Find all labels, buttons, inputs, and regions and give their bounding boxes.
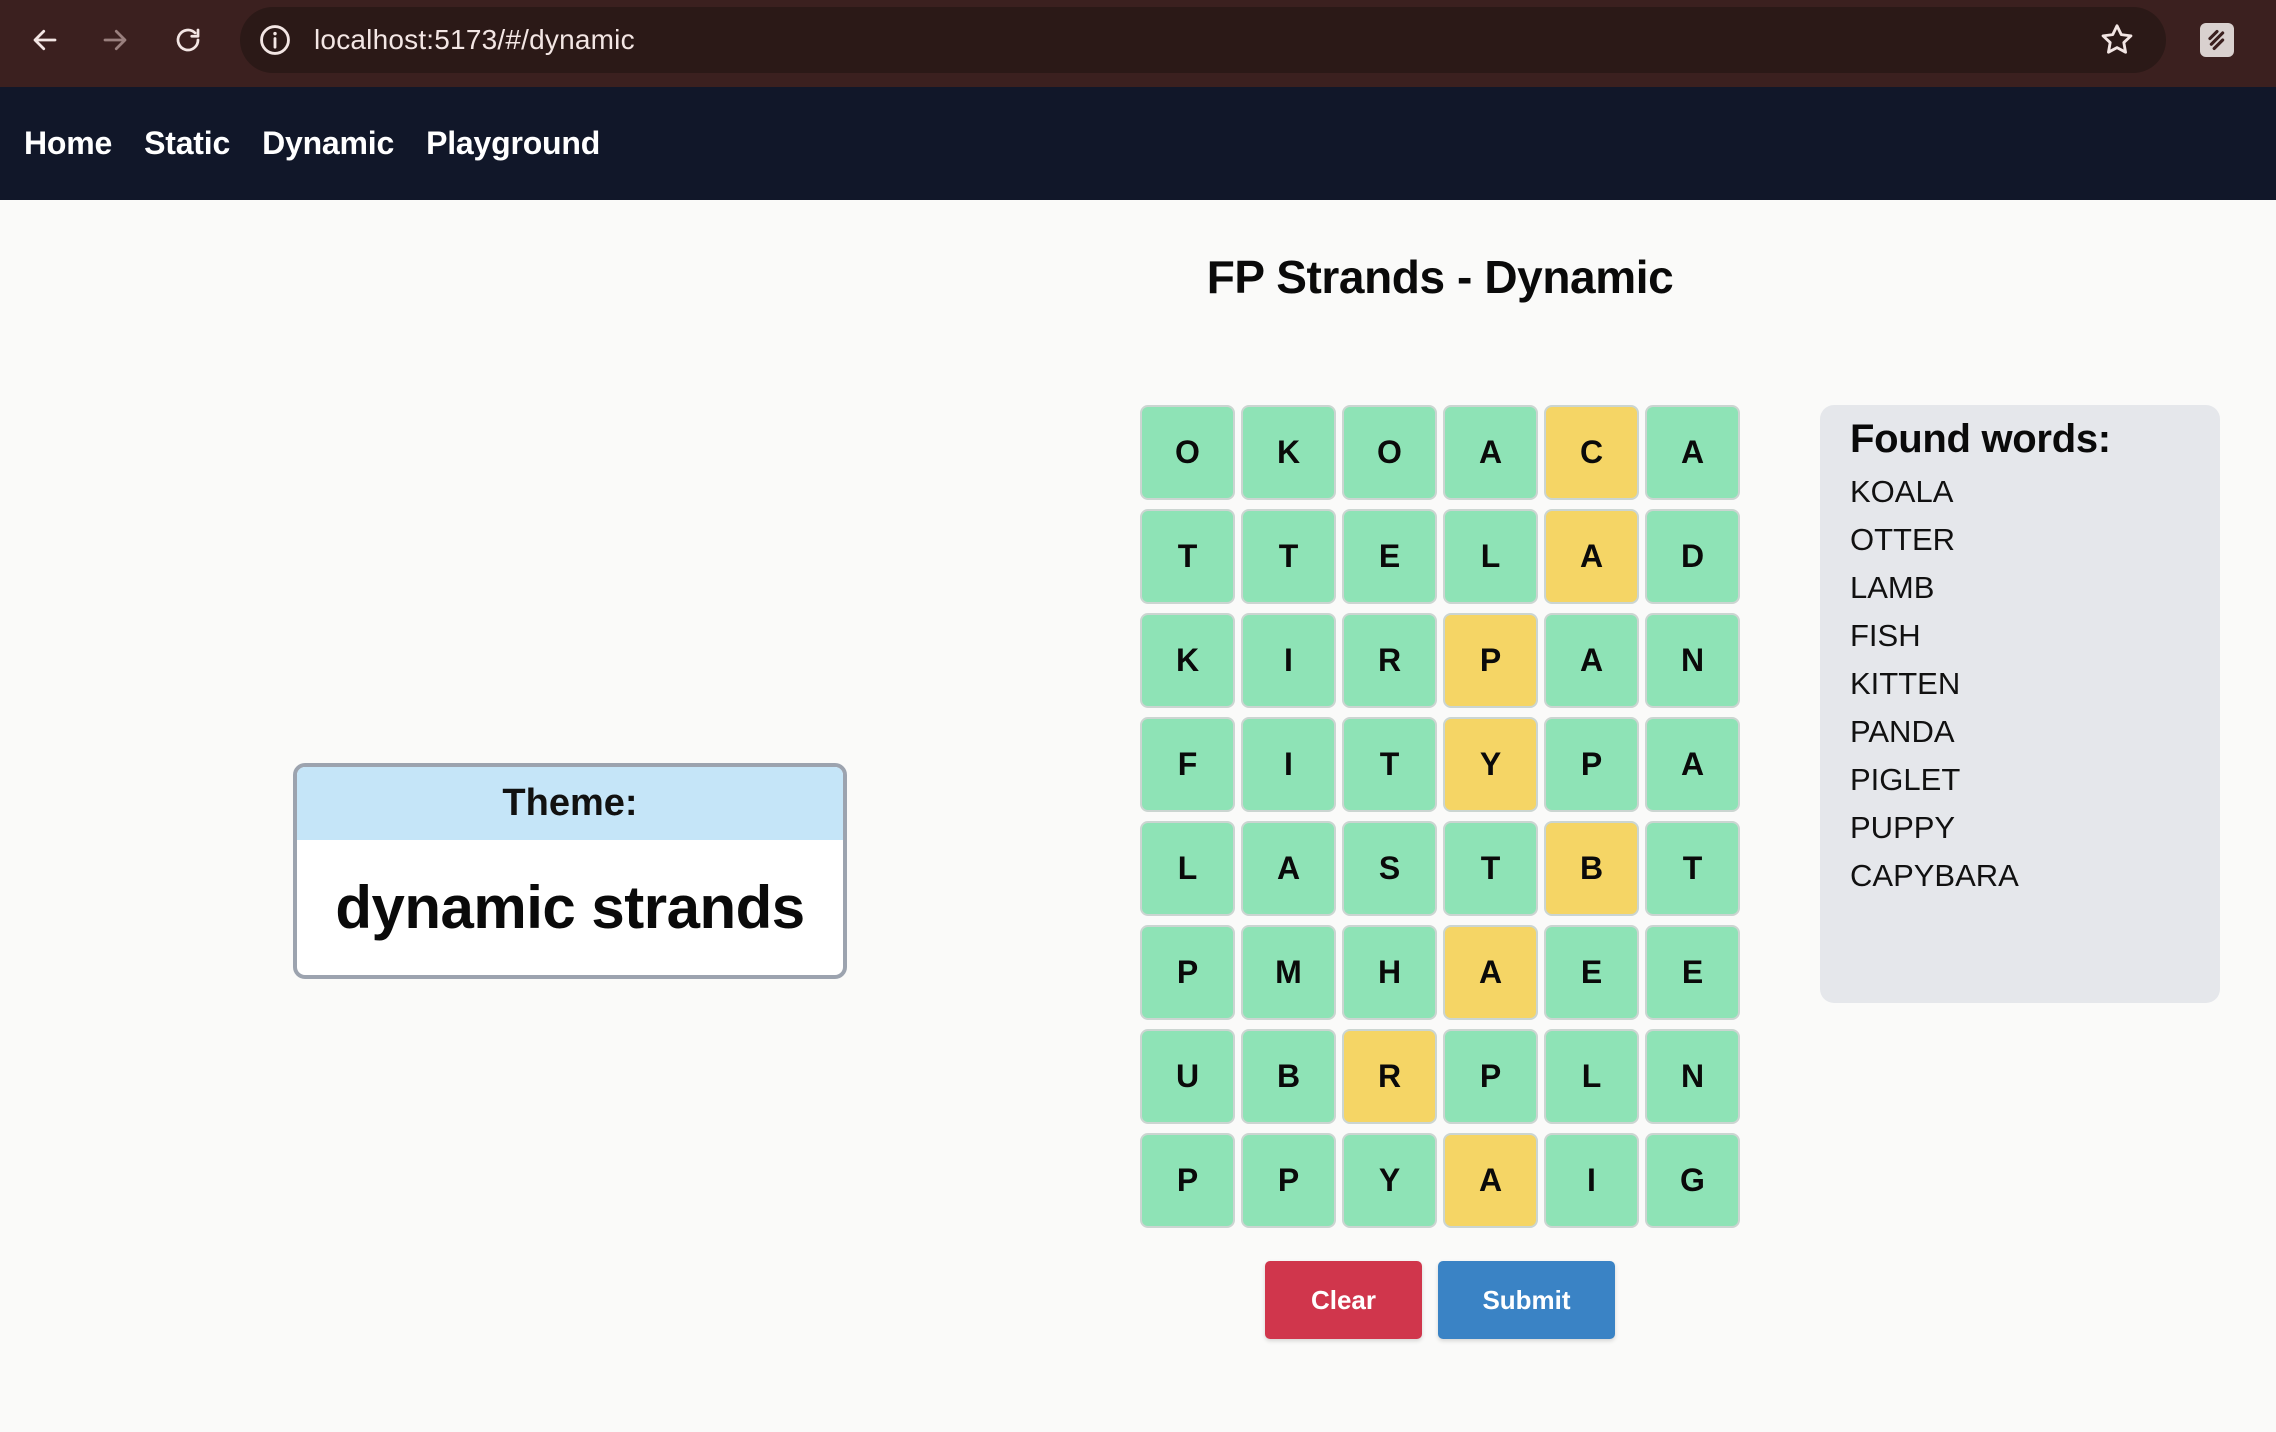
letter-cell[interactable]: F	[1140, 717, 1235, 812]
letter-cell[interactable]: A	[1443, 1133, 1538, 1228]
letter-cell[interactable]: O	[1140, 405, 1235, 500]
back-arrow-icon[interactable]	[15, 14, 75, 66]
found-word-item: PIGLET	[1850, 762, 1961, 797]
letter-cell[interactable]: K	[1140, 613, 1235, 708]
extension-icon[interactable]	[2200, 23, 2234, 57]
letter-cell[interactable]: A	[1443, 925, 1538, 1020]
letter-cell[interactable]: P	[1443, 613, 1538, 708]
letter-cell[interactable]: A	[1645, 717, 1740, 812]
found-words-list: KOALA OTTER LAMB FISH KITTEN PANDA PIGLET PUPPY…	[1850, 468, 2190, 900]
letter-cell[interactable]: R	[1342, 613, 1437, 708]
letter-cell[interactable]: A	[1645, 405, 1740, 500]
address-bar[interactable]: localhost:5173/#/dynamic	[240, 7, 2166, 73]
letter-cell[interactable]: A	[1544, 509, 1639, 604]
letter-cell[interactable]: A	[1443, 405, 1538, 500]
letter-cell[interactable]: A	[1241, 821, 1336, 916]
letter-cell[interactable]: P	[1443, 1029, 1538, 1124]
nav-home[interactable]: Home	[24, 125, 112, 162]
nav-playground[interactable]: Playground	[426, 125, 600, 162]
letter-cell[interactable]: T	[1140, 509, 1235, 604]
browser-toolbar: localhost:5173/#/dynamic	[0, 0, 2276, 87]
reload-icon[interactable]	[158, 14, 218, 66]
found-word-item: PUPPY	[1850, 810, 1956, 845]
found-word-item: CAPYBARA	[1850, 858, 2019, 893]
found-words-panel: Found words: KOALA OTTER LAMB FISH KITTEN PAN…	[1820, 405, 2220, 1003]
letter-cell[interactable]: A	[1544, 613, 1639, 708]
url-text[interactable]: localhost:5173/#/dynamic	[314, 23, 635, 57]
letter-cell[interactable]: E	[1342, 509, 1437, 604]
clear-button[interactable]: Clear	[1265, 1261, 1422, 1339]
letter-cell[interactable]: B	[1241, 1029, 1336, 1124]
letter-cell[interactable]: P	[1140, 925, 1235, 1020]
page-title: FP Strands - Dynamic	[1206, 251, 1674, 303]
found-word-item: LAMB	[1850, 570, 1935, 605]
letter-cell[interactable]: L	[1544, 1029, 1639, 1124]
bookmark-star-icon[interactable]	[2098, 21, 2136, 59]
letter-cell[interactable]: E	[1645, 925, 1740, 1020]
letter-cell[interactable]: S	[1342, 821, 1437, 916]
letter-cell[interactable]: Y	[1342, 1133, 1437, 1228]
letter-cell[interactable]: O	[1342, 405, 1437, 500]
letter-cell[interactable]: K	[1241, 405, 1336, 500]
letter-cell[interactable]: L	[1443, 509, 1538, 604]
theme-card: Theme: dynamic strands	[293, 763, 847, 979]
letter-cell[interactable]: U	[1140, 1029, 1235, 1124]
letter-cell[interactable]: I	[1241, 717, 1336, 812]
theme-label: Theme:	[297, 767, 843, 840]
theme-value: dynamic strands	[335, 874, 805, 941]
letter-cell[interactable]: G	[1645, 1133, 1740, 1228]
found-word-item: FISH	[1850, 618, 1921, 653]
forward-arrow-icon[interactable]	[85, 14, 145, 66]
letter-cell[interactable]: T	[1342, 717, 1437, 812]
letter-cell[interactable]: H	[1342, 925, 1437, 1020]
found-words-title: Found words:	[1850, 417, 2111, 461]
letter-cell[interactable]: P	[1241, 1133, 1336, 1228]
found-word-item: KOALA	[1850, 474, 1954, 509]
letter-cell[interactable]: E	[1544, 925, 1639, 1020]
nav-dynamic[interactable]: Dynamic	[262, 125, 394, 162]
letter-cell[interactable]: T	[1443, 821, 1538, 916]
letter-cell[interactable]: I	[1241, 613, 1336, 708]
letter-cell[interactable]: T	[1241, 509, 1336, 604]
letter-cell[interactable]: M	[1241, 925, 1336, 1020]
letter-cell[interactable]: I	[1544, 1133, 1639, 1228]
found-word-item: KITTEN	[1850, 666, 1961, 701]
found-word-item: OTTER	[1850, 522, 1956, 557]
letter-grid: OKOACATTELADKIRPANFITYPALASTBTPMHAEEUBRP…	[1140, 405, 1740, 1228]
letter-cell[interactable]: Y	[1443, 717, 1538, 812]
letter-cell[interactable]: L	[1140, 821, 1235, 916]
letter-cell[interactable]: T	[1645, 821, 1740, 916]
letter-cell[interactable]: C	[1544, 405, 1639, 500]
letter-cell[interactable]: B	[1544, 821, 1639, 916]
app-navbar: Home Static Dynamic Playground	[0, 87, 2276, 200]
submit-button[interactable]: Submit	[1438, 1261, 1615, 1339]
found-word-item: PANDA	[1850, 714, 1955, 749]
letter-cell[interactable]: P	[1140, 1133, 1235, 1228]
site-info-icon[interactable]	[258, 23, 292, 57]
letter-cell[interactable]: N	[1645, 1029, 1740, 1124]
nav-static[interactable]: Static	[144, 125, 230, 162]
letter-cell[interactable]: R	[1342, 1029, 1437, 1124]
letter-cell[interactable]: P	[1544, 717, 1639, 812]
letter-cell[interactable]: D	[1645, 509, 1740, 604]
letter-cell[interactable]: N	[1645, 613, 1740, 708]
